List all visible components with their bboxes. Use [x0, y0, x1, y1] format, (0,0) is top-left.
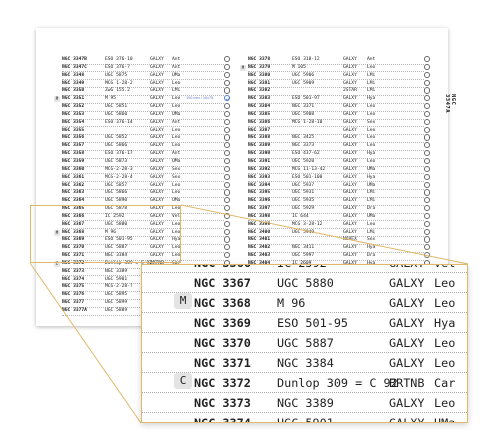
zoom-catalog-row[interactable]: NGC 3366IC 2592GALXYVel	[142, 265, 467, 273]
zoom-catalog-row[interactable]: C NGC 3372 Dunlop 309 = C 92 BRTNB Car	[142, 373, 467, 393]
zoom-constellation: Hya	[434, 316, 456, 330]
zoom-alt-designation: UGC 5901	[277, 416, 334, 423]
zoom-object-type: GALXY	[389, 336, 425, 350]
zoom-constellation: Leo	[434, 276, 456, 290]
zoom-mark-badge: M	[174, 293, 192, 309]
zoom-constellation: Car	[434, 376, 456, 390]
zoom-mark-badge: C	[174, 373, 192, 389]
zoom-ngc-number: NGC 3368	[194, 296, 251, 310]
zoom-ngc-number: NGC 3374	[194, 416, 251, 423]
zoom-magnifier-panel: NGC 3366IC 2592GALXYVel NGC 3367 UGC 5880 G…	[141, 264, 468, 423]
zoom-catalog-row[interactable]: NGC 3370 UGC 5887 GALXY Leo	[142, 333, 467, 353]
zoom-object-type: GALXY	[389, 316, 425, 330]
zoom-object-type: GALXY	[389, 356, 425, 370]
zoom-catalog-row[interactable]: NGC 3373 NGC 3389 GALXY Leo	[142, 393, 467, 413]
zoom-ngc-number: NGC 3370	[194, 336, 251, 350]
zoom-catalog-row[interactable]: M NGC 3368 M 96 GALXY Leo	[142, 293, 467, 313]
zoom-constellation: Leo	[434, 356, 456, 370]
zoom-catalog-row[interactable]: NGC 3374 UGC 5901 GALXY UMa	[142, 413, 467, 423]
zoom-catalog-row[interactable]: NGC 3369 ESO 501-95 GALXY Hya	[142, 313, 467, 333]
zoom-object-type: GALXY	[389, 276, 425, 290]
zoom-alt-designation: UGC 5887	[277, 336, 334, 350]
zoom-alt-designation: Dunlop 309 = C 92	[277, 376, 398, 390]
zoom-object-type: GALXY	[389, 416, 425, 423]
zoom-object-type: BRTNB	[389, 376, 425, 390]
zoom-catalog-row[interactable]: NGC 3371 NGC 3384 GALXY Leo	[142, 353, 467, 373]
zoom-ngc-number: NGC 3373	[194, 396, 251, 410]
zoom-alt-designation: NGC 3389	[277, 396, 334, 410]
zoom-ngc-number: NGC 3369	[194, 316, 251, 330]
zoom-ngc-number: NGC 3372	[194, 376, 251, 390]
zoom-ngc-number: NGC 3371	[194, 356, 251, 370]
zoom-object-type: GALXY	[389, 396, 425, 410]
zoom-constellation: Leo	[434, 396, 456, 410]
zoom-catalog-row[interactable]: NGC 3367 UGC 5880 GALXY Leo	[142, 273, 467, 293]
zoom-alt-designation: ESO 501-95	[277, 316, 349, 330]
zoom-constellation: UMa	[434, 416, 456, 423]
zoom-constellation: Leo	[434, 336, 456, 350]
zoom-ngc-number: NGC 3367	[194, 276, 251, 290]
zoom-object-type: GALXY	[389, 296, 425, 310]
zoom-alt-designation: UGC 5880	[277, 276, 334, 290]
zoom-alt-designation: M 96	[277, 296, 306, 310]
zoom-constellation: Leo	[434, 296, 456, 310]
zoom-alt-designation: NGC 3384	[277, 356, 334, 370]
